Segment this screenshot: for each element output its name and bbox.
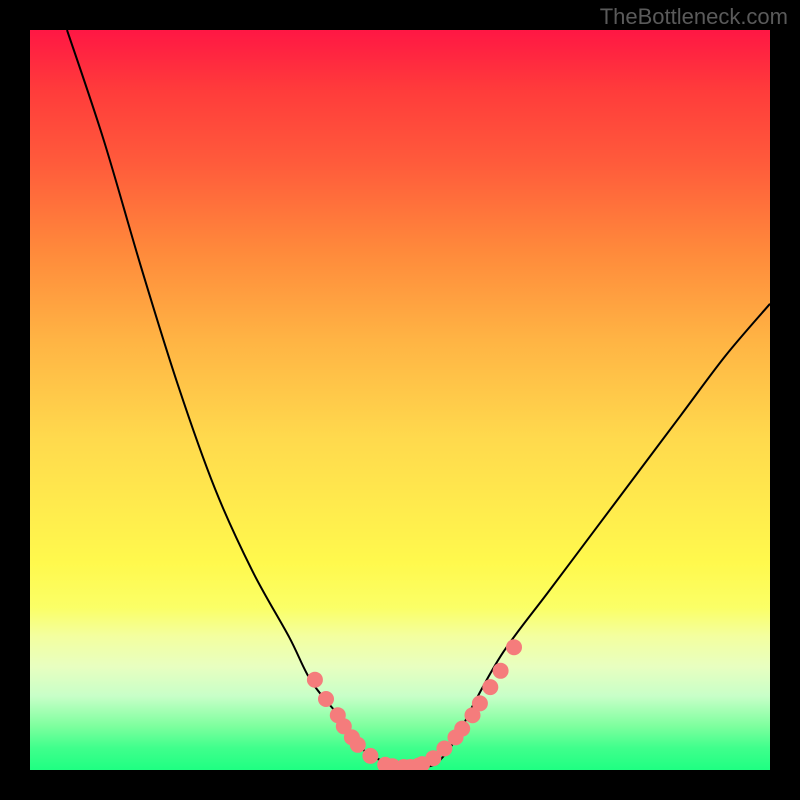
data-marker <box>307 672 323 688</box>
chart-container: TheBottleneck.com <box>0 0 800 800</box>
marker-group <box>307 639 522 770</box>
data-marker <box>472 695 488 711</box>
data-marker <box>493 663 509 679</box>
data-marker <box>350 737 366 753</box>
plot-area <box>30 30 770 770</box>
data-marker <box>454 721 470 737</box>
curve-svg <box>30 30 770 770</box>
bottleneck-curve <box>67 30 770 768</box>
data-marker <box>318 691 334 707</box>
data-marker <box>506 639 522 655</box>
data-marker <box>482 679 498 695</box>
data-marker <box>362 748 378 764</box>
watermark-text: TheBottleneck.com <box>600 4 788 30</box>
